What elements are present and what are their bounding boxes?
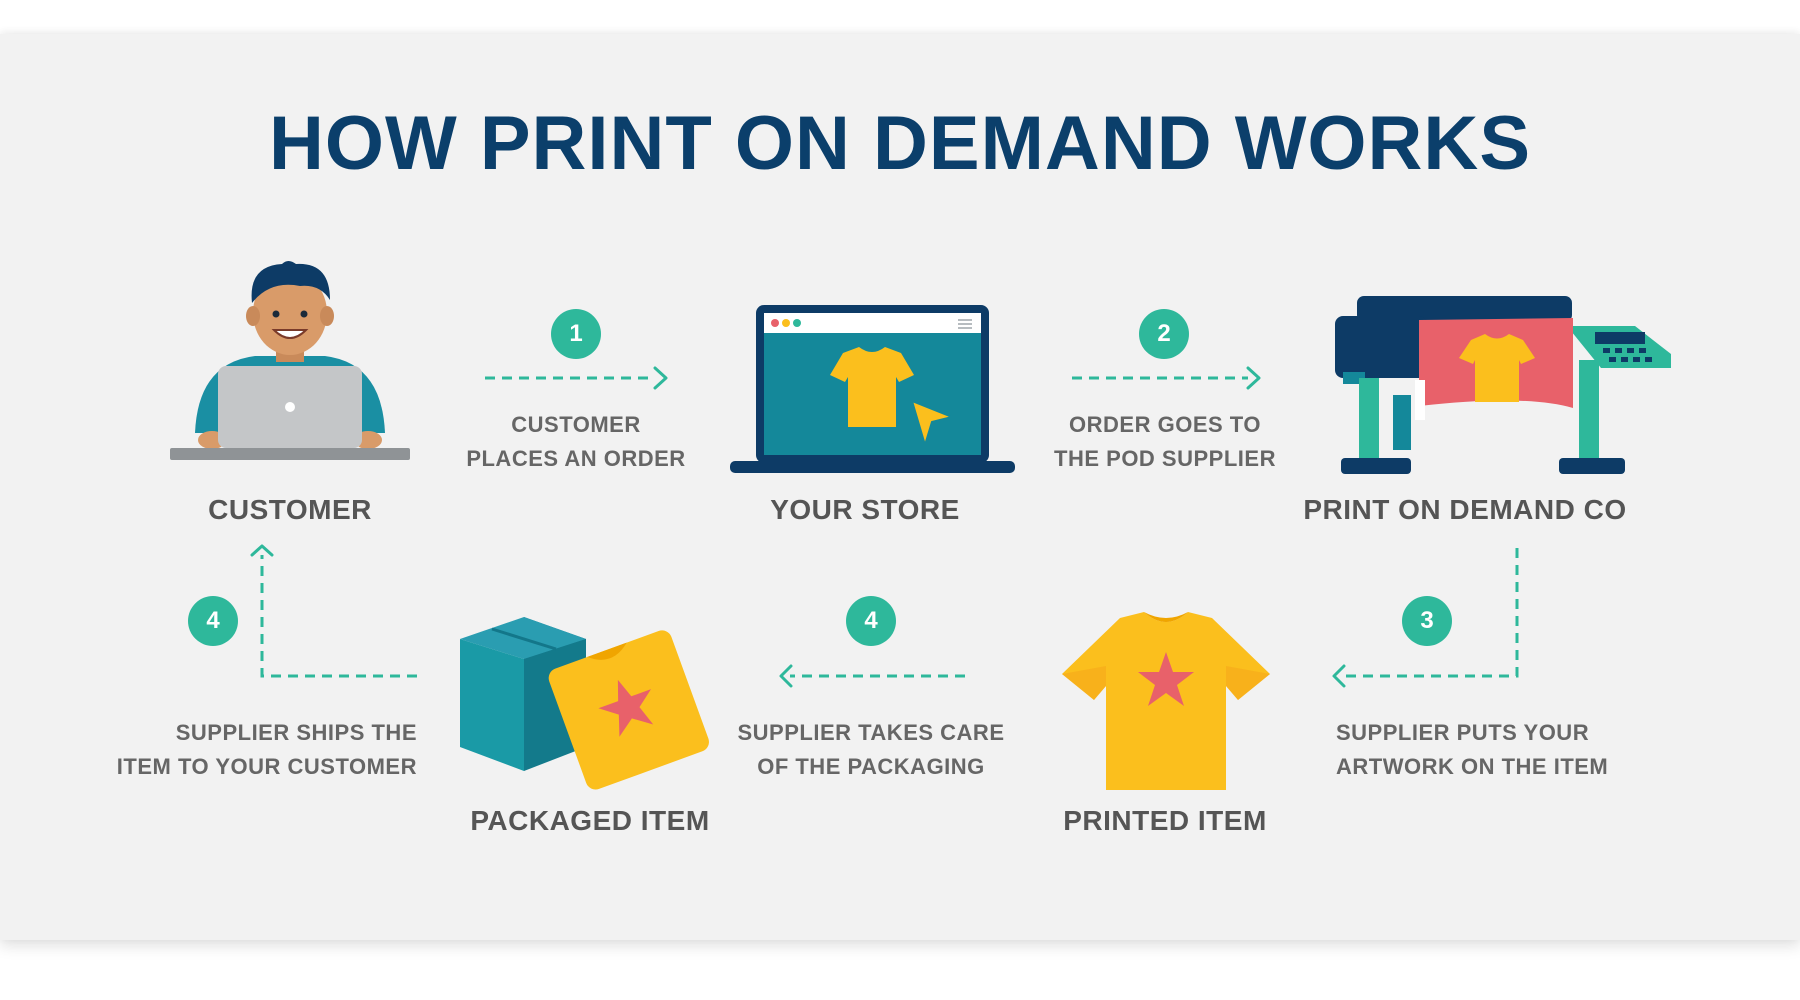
step-2-text: ORDER GOES TO THE POD SUPPLIER	[1040, 408, 1290, 476]
customer-label: CUSTOMER	[208, 494, 372, 525]
pod-label: PRINT ON DEMAND CO	[1303, 494, 1627, 525]
step-3-line1: SUPPLIER PUTS YOUR	[1336, 720, 1590, 745]
packaged-label: PACKAGED ITEM	[470, 805, 710, 836]
store-laptop-illustration	[730, 305, 1015, 473]
printed-label: PRINTED ITEM	[1063, 805, 1267, 836]
printed-tshirt-illustration	[1062, 612, 1270, 790]
step-2-badge: 2	[1139, 309, 1189, 359]
step-4a-badge: 4	[846, 596, 896, 646]
customer-illustration	[170, 261, 410, 460]
step-4b-line2: ITEM TO YOUR CUSTOMER	[116, 754, 417, 779]
step-3-line2: ARTWORK ON THE ITEM	[1336, 754, 1609, 779]
step-4a-line1: SUPPLIER TAKES CARE	[737, 720, 1005, 745]
step-1-badge: 1	[551, 309, 601, 359]
step-1-text: CUSTOMER PLACES AN ORDER	[455, 408, 697, 476]
step-3-badge: 3	[1402, 596, 1452, 646]
printer-illustration	[1335, 296, 1671, 474]
step-4a-line2: OF THE PACKAGING	[757, 754, 985, 779]
step-1-line1: CUSTOMER	[511, 412, 641, 437]
step-1-line2: PLACES AN ORDER	[466, 446, 686, 471]
step-3-text: SUPPLIER PUTS YOUR ARTWORK ON THE ITEM	[1336, 716, 1636, 784]
step-4a-text: SUPPLIER TAKES CARE OF THE PACKAGING	[730, 716, 1012, 784]
step-4b-text: SUPPLIER SHIPS THE ITEM TO YOUR CUSTOMER	[80, 716, 417, 784]
step-2-line1: ORDER GOES TO	[1069, 412, 1261, 437]
store-label: YOUR STORE	[770, 494, 960, 525]
step-4b-line1: SUPPLIER SHIPS THE	[175, 720, 417, 745]
step-2-line2: THE POD SUPPLIER	[1054, 446, 1276, 471]
packaged-item-illustration	[460, 617, 709, 790]
step-4b-badge: 4	[188, 596, 238, 646]
